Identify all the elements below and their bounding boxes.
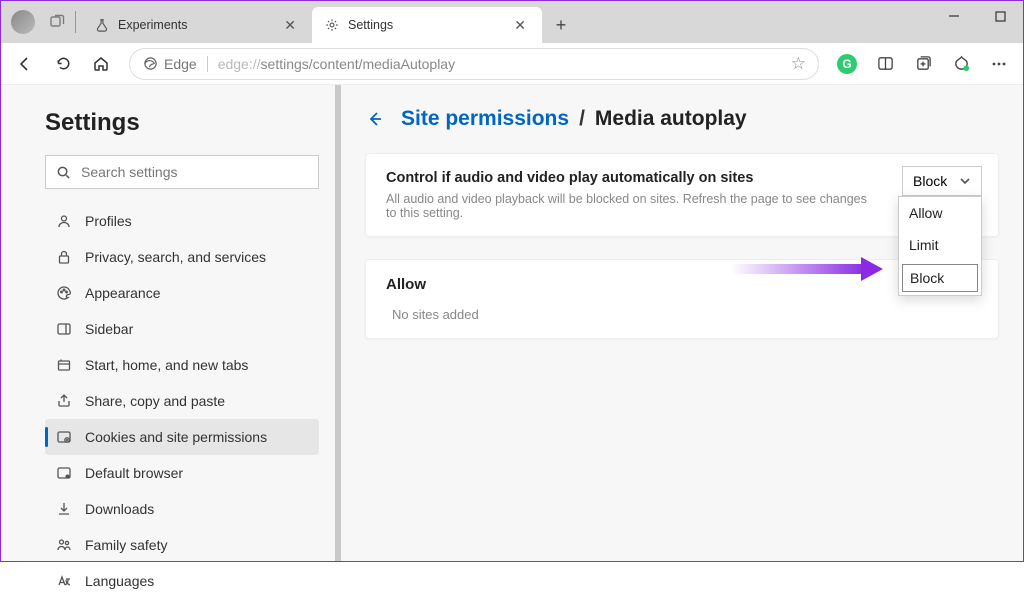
- sidebar-item-profiles[interactable]: Profiles: [45, 203, 319, 239]
- address-prefix: Edge: [164, 56, 197, 72]
- share-icon: [55, 392, 73, 410]
- home-button[interactable]: [83, 46, 119, 82]
- tab-title: Settings: [348, 18, 510, 32]
- favorite-icon[interactable]: ☆: [791, 54, 806, 74]
- tab-strip: Experiments ✕ Settings ✕ +: [82, 1, 576, 43]
- tab-experiments[interactable]: Experiments ✕: [82, 7, 312, 43]
- main-panel: Site permissions / Media autoplay Contro…: [341, 85, 1023, 561]
- separator: [75, 11, 76, 33]
- lock-icon: [55, 248, 73, 266]
- dropdown-value: Block: [913, 173, 947, 189]
- more-menu-icon[interactable]: [981, 46, 1017, 82]
- download-icon: [55, 500, 73, 518]
- tab-actions-icon[interactable]: [49, 14, 65, 30]
- url-text: edge://settings/content/mediaAutoplay: [218, 56, 455, 72]
- profile-avatar[interactable]: [11, 10, 35, 34]
- sidebar-item-family[interactable]: Family safety: [45, 527, 319, 563]
- collections-icon[interactable]: [905, 46, 941, 82]
- search-input[interactable]: Search settings: [45, 155, 319, 189]
- back-button[interactable]: [7, 46, 43, 82]
- autoplay-control-card: Control if audio and video play automati…: [365, 153, 999, 237]
- profile-icon: [55, 212, 73, 230]
- extension-grammarly[interactable]: G: [829, 46, 865, 82]
- breadcrumb-current: Media autoplay: [595, 107, 747, 131]
- breadcrumb-link[interactable]: Site permissions: [401, 107, 569, 131]
- gear-icon: [324, 17, 340, 33]
- settings-sidebar: Settings Search settings Profiles Privac…: [1, 85, 341, 561]
- sidebar-item-languages[interactable]: Languages: [45, 563, 319, 599]
- sidebar-item-default-browser[interactable]: Default browser: [45, 455, 319, 491]
- breadcrumb-separator: /: [579, 107, 585, 131]
- breadcrumb: Site permissions / Media autoplay: [365, 107, 999, 131]
- autoplay-dropdown[interactable]: Block: [902, 166, 982, 196]
- close-icon[interactable]: ✕: [510, 15, 530, 36]
- browser-icon: [55, 464, 73, 482]
- tab-settings[interactable]: Settings ✕: [312, 7, 542, 43]
- refresh-button[interactable]: [45, 46, 81, 82]
- maximize-button[interactable]: [977, 1, 1023, 31]
- sidebar-item-cookies[interactable]: Cookies and site permissions: [45, 419, 319, 455]
- settings-menu: Profiles Privacy, search, and services A…: [45, 203, 319, 599]
- minimize-button[interactable]: [931, 1, 977, 31]
- dropdown-option-allow[interactable]: Allow: [899, 197, 981, 229]
- sidebar-item-share[interactable]: Share, copy and paste: [45, 383, 319, 419]
- separator: [207, 56, 208, 72]
- content-area: Settings Search settings Profiles Privac…: [1, 85, 1023, 561]
- appearance-icon: [55, 284, 73, 302]
- close-icon[interactable]: ✕: [280, 15, 300, 36]
- new-tab-button[interactable]: +: [546, 10, 576, 40]
- empty-message: No sites added: [386, 307, 978, 322]
- split-screen-icon[interactable]: [867, 46, 903, 82]
- sidebar-item-sidebar[interactable]: Sidebar: [45, 311, 319, 347]
- section-title: Allow: [386, 276, 978, 293]
- window-controls: ✕: [931, 1, 1023, 31]
- browser-toolbar: Edge edge://settings/content/mediaAutopl…: [1, 43, 1023, 85]
- back-arrow-icon[interactable]: [365, 109, 391, 129]
- address-bar[interactable]: Edge edge://settings/content/mediaAutopl…: [129, 48, 819, 80]
- edge-icon: [142, 56, 158, 72]
- card-title: Control if audio and video play automati…: [386, 170, 878, 186]
- language-icon: [55, 572, 73, 590]
- dropdown-option-limit[interactable]: Limit: [899, 229, 981, 261]
- search-icon: [56, 165, 71, 180]
- tabs-icon: [55, 356, 73, 374]
- sidebar-icon: [55, 320, 73, 338]
- dropdown-option-block[interactable]: Block: [902, 264, 978, 292]
- card-description: All audio and video playback will be blo…: [386, 192, 878, 220]
- page-title: Settings: [45, 109, 319, 137]
- sidebar-item-appearance[interactable]: Appearance: [45, 275, 319, 311]
- flask-icon: [94, 17, 110, 33]
- sidebar-item-start[interactable]: Start, home, and new tabs: [45, 347, 319, 383]
- sidebar-item-downloads[interactable]: Downloads: [45, 491, 319, 527]
- permissions-icon: [55, 428, 73, 446]
- family-icon: [55, 536, 73, 554]
- sidebar-item-privacy[interactable]: Privacy, search, and services: [45, 239, 319, 275]
- tab-title: Experiments: [118, 18, 280, 32]
- favorites-icon[interactable]: [943, 46, 979, 82]
- titlebar: Experiments ✕ Settings ✕ + ✕: [1, 1, 1023, 43]
- autoplay-dropdown-menu: Allow Limit Block: [898, 196, 982, 296]
- search-placeholder: Search settings: [81, 164, 178, 180]
- chevron-down-icon: [959, 175, 971, 187]
